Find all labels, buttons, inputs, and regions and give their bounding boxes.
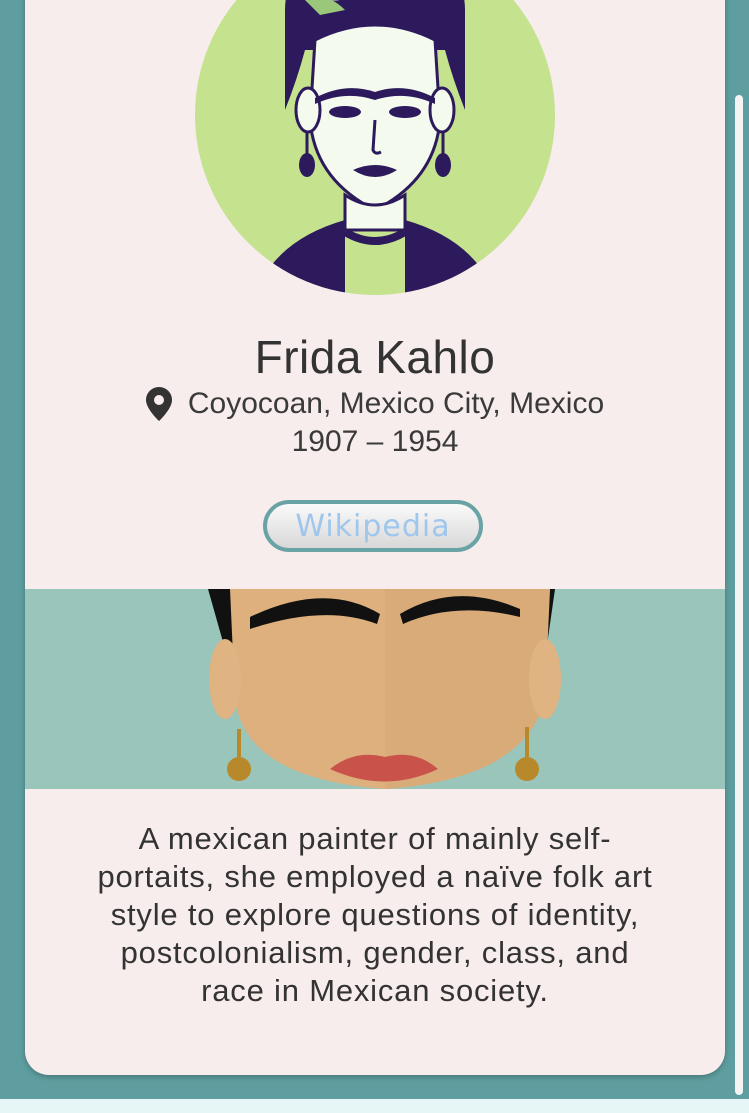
location-text: Coyocoan, Mexico City, Mexico: [187, 387, 605, 420]
wikipedia-button[interactable]: Wikipedia: [263, 500, 483, 552]
artist-name: Frida Kahlo: [254, 331, 496, 383]
scrollbar[interactable]: [735, 95, 743, 1095]
artist-avatar: [195, 0, 555, 295]
artist-description: A mexican painter of mainly self-portait…: [97, 821, 653, 1008]
bottom-strip: [0, 1099, 749, 1113]
location-pin-icon: [145, 387, 172, 421]
portrait-banner: [25, 589, 725, 789]
location-row: Coyocoan, Mexico City, Mexico: [25, 387, 725, 421]
life-years: 1907 – 1954: [291, 425, 459, 458]
artist-card: Frida Kahlo Coyocoan, Mexico City, Mexic…: [25, 0, 725, 1075]
